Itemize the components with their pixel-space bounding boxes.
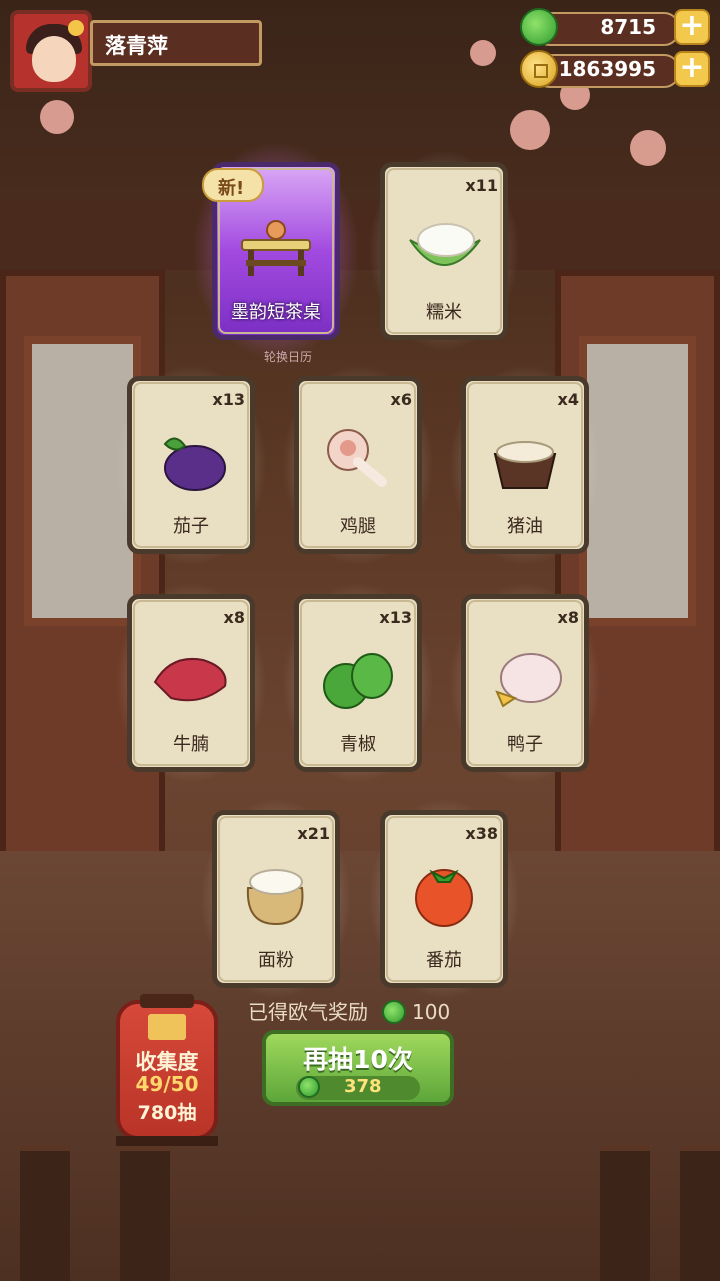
blossom-decoration (630, 130, 666, 166)
envelope-icon (148, 1014, 186, 1040)
player-profile[interactable]: 落青萍 (10, 10, 262, 92)
fence-post (120, 1145, 170, 1281)
collection-progress-button[interactable]: 收集度 49/50 780抽 (116, 994, 218, 1146)
jade-icon (298, 1076, 320, 1098)
card-quantity: x13 (379, 608, 412, 627)
reward-card[interactable]: x8 鸭子 (449, 582, 601, 784)
chicken-leg-icon (327, 429, 387, 487)
card-quantity: x6 (390, 390, 412, 409)
reward-value: 100 (412, 1000, 451, 1024)
draw-again-button[interactable]: 再抽10次 378 (262, 1030, 454, 1106)
jade-value: 8715 (600, 15, 656, 39)
duck-icon (495, 653, 562, 708)
badge-icon (68, 20, 84, 36)
card-label: 牛腩 (173, 734, 209, 755)
card-quantity: x8 (557, 608, 579, 627)
fence-post (680, 1145, 720, 1281)
add-coin-button[interactable]: + (674, 51, 710, 87)
coin-value: 1863995 (558, 57, 656, 81)
fence-post (20, 1145, 70, 1281)
card-quantity: x21 (297, 824, 330, 843)
new-badge: 新! (202, 168, 264, 202)
card-label: 墨韵短茶桌 (231, 302, 321, 323)
card-quantity: x8 (223, 608, 245, 627)
player-name: 落青萍 (105, 34, 168, 58)
eggplant-icon (163, 437, 226, 491)
draw-cost: 378 (344, 1076, 382, 1097)
card-label: 茄子 (173, 516, 209, 537)
reward-info: 已得欧气奖励 100 (248, 996, 450, 1025)
name-plate: 落青萍 (90, 20, 262, 66)
card-label: 猪油 (507, 516, 543, 537)
add-jade-button[interactable]: + (674, 9, 710, 45)
rice-icon (409, 223, 481, 266)
card-label: 面粉 (258, 950, 294, 971)
card-label: 糯米 (426, 302, 462, 323)
tea-table-icon (241, 220, 311, 276)
lard-bowl-icon (493, 441, 557, 489)
card-quantity: x13 (212, 390, 245, 409)
reward-card[interactable]: x6 鸡腿 (282, 364, 434, 566)
card-label: 鸭子 (507, 734, 543, 755)
jade-currency: 8715 + (520, 8, 710, 46)
card-label: 青椒 (340, 734, 376, 755)
tomato-icon (415, 869, 473, 927)
reward-card[interactable]: 新! 墨韵短茶桌 (194, 144, 358, 358)
card-quantity: x11 (465, 176, 498, 195)
avatar[interactable] (10, 10, 92, 92)
coin-icon (520, 50, 558, 88)
jade-icon (382, 1000, 406, 1024)
jade-icon (520, 8, 558, 46)
card-quantity: x4 (557, 390, 579, 409)
coin-currency: 1863995 + (520, 50, 710, 88)
collection-progress: 49/50 (135, 1072, 199, 1096)
flour-sack-icon (246, 869, 304, 926)
reward-card[interactable]: x13 茄子 (115, 364, 267, 566)
reward-label: 已得欧气奖励 (248, 1000, 368, 1024)
reward-card[interactable]: x11 糯米 (368, 150, 520, 352)
card-label: 番茄 (426, 950, 462, 971)
reward-card[interactable]: x13 青椒 (282, 582, 434, 784)
reward-card[interactable]: x8 牛腩 (115, 582, 267, 784)
beef-icon (153, 658, 227, 702)
green-pepper-icon (323, 653, 393, 709)
reward-card[interactable]: x21 面粉 (200, 798, 352, 1000)
blossom-decoration (40, 100, 74, 134)
background-beam (0, 200, 720, 270)
blossom-decoration (510, 110, 550, 150)
reward-card[interactable]: x4 猪油 (449, 364, 601, 566)
blossom-decoration (470, 40, 496, 66)
card-label: 鸡腿 (340, 516, 376, 537)
draw-again-label: 再抽10次 (303, 1045, 413, 1074)
collection-draws: 780抽 (137, 1102, 197, 1124)
reward-card[interactable]: x38 番茄 (368, 798, 520, 1000)
fence-post (600, 1145, 650, 1281)
card-quantity: x38 (465, 824, 498, 843)
